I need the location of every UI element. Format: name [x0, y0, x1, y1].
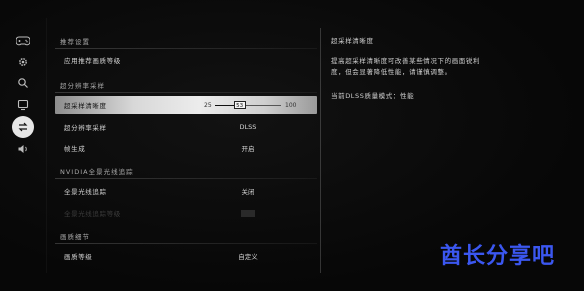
sharpness-row[interactable]: 超采样清晰度 25 53 100 — [55, 96, 317, 114]
rail-divider — [46, 18, 47, 273]
slider-min-label: 25 — [204, 101, 212, 109]
search-icon[interactable] — [14, 74, 32, 92]
settings-screen: 推荐设置 应用推荐画质等级 超分辨率采样 超采样清晰度 25 53 100 超分… — [0, 0, 584, 291]
slider-thumb[interactable]: 53 — [233, 100, 246, 109]
section-header-supersampling: 超分辨率采样 — [60, 82, 105, 90]
category-rail — [0, 0, 46, 291]
section-divider — [55, 48, 317, 49]
supersampling-mode-label: 超分辨率采样 — [64, 124, 107, 132]
full-raytracing-value: 关闭 — [241, 188, 255, 196]
monitor-icon[interactable] — [14, 96, 32, 114]
full-raytracing-row[interactable]: 全景光线追踪 关闭 — [55, 182, 317, 200]
description-body-line-1: 提高超采样清晰度可改善某些情况下的画面锐利 — [331, 57, 481, 65]
sharpness-slider[interactable]: 53 — [215, 100, 281, 109]
description-body-line-2: 度，但会显著降低性能，请谨慎调整。 — [331, 68, 452, 76]
sharpness-label: 超采样清晰度 — [64, 102, 107, 110]
watermark-text: 酋长分享吧 — [440, 244, 556, 269]
full-raytracing-quality-label: 全景光线追踪等级 — [64, 210, 121, 218]
current-dlss-mode: 当前DLSS质量模式：性能 — [331, 92, 415, 100]
slider-max-label: 100 — [285, 101, 297, 109]
full-raytracing-quality-row: 全景光线追踪等级 — [55, 204, 317, 222]
quality-level-value: 自定义 — [238, 253, 258, 261]
full-raytracing-label: 全景光线追踪 — [64, 188, 107, 196]
section-header-quality: 画质细节 — [60, 233, 90, 241]
section-header-recommended: 推荐设置 — [60, 38, 90, 46]
gear-icon[interactable] — [14, 53, 32, 71]
quality-level-label: 画质等级 — [64, 253, 93, 261]
section-divider — [55, 92, 317, 93]
swap-arrows-icon[interactable] — [12, 116, 34, 138]
apply-recommended-label: 应用推荐画质等级 — [64, 57, 121, 65]
speaker-icon[interactable] — [14, 140, 32, 158]
frame-generation-label: 帧生成 — [64, 145, 86, 153]
description-title: 超采样清晰度 — [331, 37, 374, 45]
frame-generation-row[interactable]: 帧生成 开启 — [55, 139, 317, 157]
panel-divider — [320, 28, 321, 273]
section-divider — [55, 243, 317, 244]
frame-generation-value: 开启 — [241, 145, 255, 153]
apply-recommended-row[interactable]: 应用推荐画质等级 — [55, 51, 317, 69]
section-header-raytracing: NVIDIA全景光线追踪 — [60, 168, 134, 176]
supersampling-mode-row[interactable]: 超分辨率采样 DLSS — [55, 118, 317, 136]
gamepad-icon[interactable] — [14, 32, 32, 50]
quality-level-row[interactable]: 画质等级 自定义 — [55, 247, 317, 265]
supersampling-mode-value: DLSS — [239, 123, 257, 131]
section-divider — [55, 178, 317, 179]
full-raytracing-quality-value — [241, 209, 255, 217]
